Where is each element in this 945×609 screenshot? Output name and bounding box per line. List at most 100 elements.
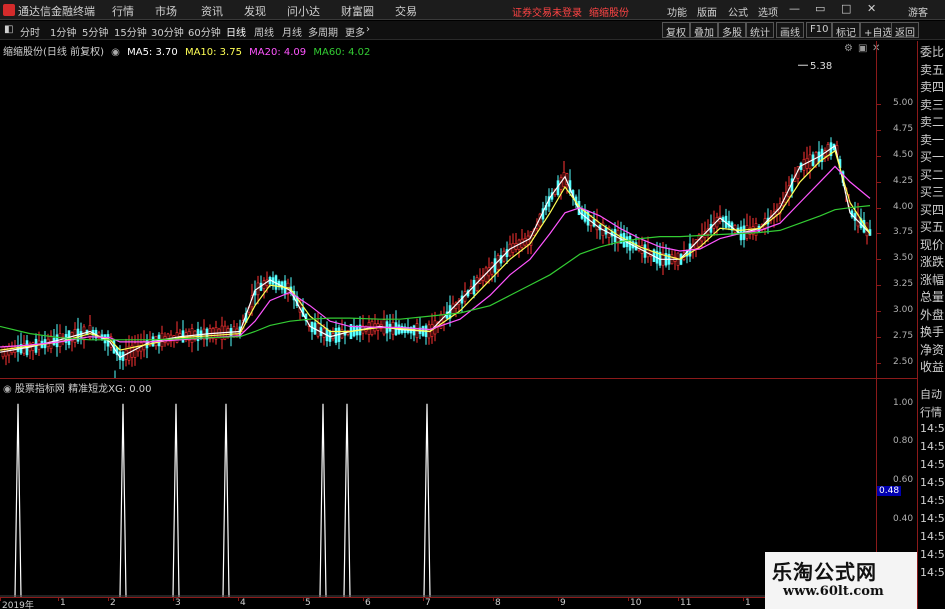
candle <box>70 331 74 352</box>
candle <box>205 327 209 347</box>
y-tick-label: 3.75 <box>893 227 914 238</box>
candle <box>76 317 80 345</box>
candle <box>19 332 23 356</box>
x-tick <box>0 598 1 601</box>
x-tick <box>558 598 559 601</box>
expand-icon[interactable]: ▣ <box>858 43 867 54</box>
candle <box>124 338 128 367</box>
candle <box>427 320 431 345</box>
menu-item-hangqing[interactable]: 行情 <box>112 3 134 19</box>
legend-toggle-icon[interactable]: ◉ <box>111 47 120 58</box>
menu-item-zixun[interactable]: 资讯 <box>201 3 223 19</box>
btn-back[interactable]: 返回 <box>891 22 919 39</box>
candle <box>313 313 317 335</box>
x-tick-label: 4 <box>240 598 246 608</box>
x-axis: 2019年 1 2 3 4 5 6 7 8 9 10 11 1 <box>0 597 765 609</box>
login-notice[interactable]: 证券交易未登录 <box>512 4 582 19</box>
y-tick-label: 4.50 <box>893 150 914 161</box>
candle <box>727 210 731 231</box>
candle <box>412 324 416 342</box>
xg-spike <box>423 403 431 597</box>
tab-weekly[interactable]: 周线 <box>254 24 274 39</box>
candle <box>622 225 626 248</box>
btn-fuquan[interactable]: 复权 <box>662 22 690 39</box>
tab-more[interactable]: 更多 <box>345 24 365 39</box>
btn-tongji[interactable]: 统计 <box>746 22 774 39</box>
minimize-icon[interactable]: — <box>789 2 800 15</box>
tab-5min[interactable]: 5分钟 <box>82 24 108 39</box>
settings-icon[interactable]: ⚙ <box>844 43 853 54</box>
btn-biaoji[interactable]: 标记 <box>832 22 860 39</box>
restore-icon[interactable]: ▭ <box>815 2 825 15</box>
ma60-label: MA60: 4.02 <box>313 47 371 58</box>
candle <box>562 161 566 188</box>
tick-list-item[interactable]: 自动 <box>920 386 942 402</box>
candle <box>136 334 140 357</box>
tab-monthly[interactable]: 月线 <box>282 24 302 39</box>
candle <box>631 239 635 254</box>
indicator-legend: ◉ 股票指标网 精准短龙XG: 0.00 <box>3 380 152 395</box>
window-icon[interactable]: □ <box>841 2 851 15</box>
app-title: 通达信金融终端 <box>18 5 95 18</box>
candle <box>145 334 149 359</box>
x-tick <box>363 598 364 601</box>
btn-diejia[interactable]: 叠加 <box>690 22 718 39</box>
candle <box>469 279 473 295</box>
candle <box>388 314 392 340</box>
kline-chart[interactable]: 5.382.18 <box>0 58 876 378</box>
menu-item-xuanxiang[interactable]: 选项 <box>758 4 778 19</box>
candle <box>718 205 722 225</box>
y-tick-label: 4.25 <box>893 175 914 186</box>
collapse-icon[interactable]: ◧ <box>4 24 13 35</box>
tab-15min[interactable]: 15分钟 <box>114 24 147 39</box>
tab-fenshi[interactable]: 分时 <box>20 24 40 39</box>
candle <box>442 306 446 332</box>
more-chevron-icon[interactable]: › <box>366 24 370 35</box>
candle <box>520 228 524 252</box>
x-tick-label: 9 <box>560 598 566 608</box>
menu-item-shichang[interactable]: 市场 <box>155 3 177 19</box>
indicator-y-tick-label: 0.80 <box>893 436 914 447</box>
x-tick <box>493 598 494 601</box>
y-tick-label: 3.50 <box>893 253 914 264</box>
tick-list-item[interactable]: 行情 <box>920 404 942 420</box>
candle <box>457 298 461 312</box>
menu-item-gongshi[interactable]: 公式 <box>728 4 748 19</box>
tab-30min[interactable]: 30分钟 <box>151 24 184 39</box>
y-tick-label: 3.25 <box>893 279 914 290</box>
menu-item-jiaoyi[interactable]: 交易 <box>395 3 417 19</box>
candle <box>724 208 728 229</box>
tick-list-item: 14:5 <box>920 512 945 525</box>
ma20-label: MA20: 4.09 <box>249 47 307 58</box>
y-tick <box>877 207 881 209</box>
menu-item-wenxiaoda[interactable]: 问小达 <box>287 3 320 19</box>
tab-1min[interactable]: 1分钟 <box>50 24 76 39</box>
tick-list-item: 14:5 <box>920 440 945 453</box>
btn-huaxian[interactable]: 画线 <box>776 22 804 39</box>
y-tick-label: 4.75 <box>893 124 914 135</box>
tick-list-item: 14:5 <box>920 548 945 561</box>
menu-item-banmian[interactable]: 版面 <box>697 4 717 19</box>
guest-label[interactable]: 游客 <box>908 4 928 19</box>
btn-f10[interactable]: F10 <box>806 22 833 38</box>
candle <box>106 330 110 356</box>
candle <box>853 201 857 231</box>
btn-duogu[interactable]: 多股 <box>718 22 746 39</box>
y-tick-label: 2.50 <box>893 356 914 367</box>
y-tick-label: 2.75 <box>893 330 914 341</box>
tab-60min[interactable]: 60分钟 <box>188 24 221 39</box>
x-tick-label: 8 <box>495 598 501 608</box>
indicator-y-tick-label: 0.60 <box>893 475 914 485</box>
tab-daily[interactable]: 日线 <box>226 24 246 39</box>
close-icon[interactable]: ✕ <box>867 2 876 15</box>
quote-label: 卖二 <box>920 115 945 129</box>
tick-list-item: 14:5 <box>920 530 945 543</box>
candle <box>748 215 752 240</box>
indicator-chart[interactable] <box>0 394 876 597</box>
tab-multi-period[interactable]: 多周期 <box>308 24 338 39</box>
menu-item-faxian[interactable]: 发现 <box>244 3 266 19</box>
candle <box>595 208 599 239</box>
menu-item-gongneng[interactable]: 功能 <box>667 4 687 19</box>
menu-item-caifuquan[interactable]: 财富圈 <box>341 3 374 19</box>
candle <box>403 323 407 338</box>
